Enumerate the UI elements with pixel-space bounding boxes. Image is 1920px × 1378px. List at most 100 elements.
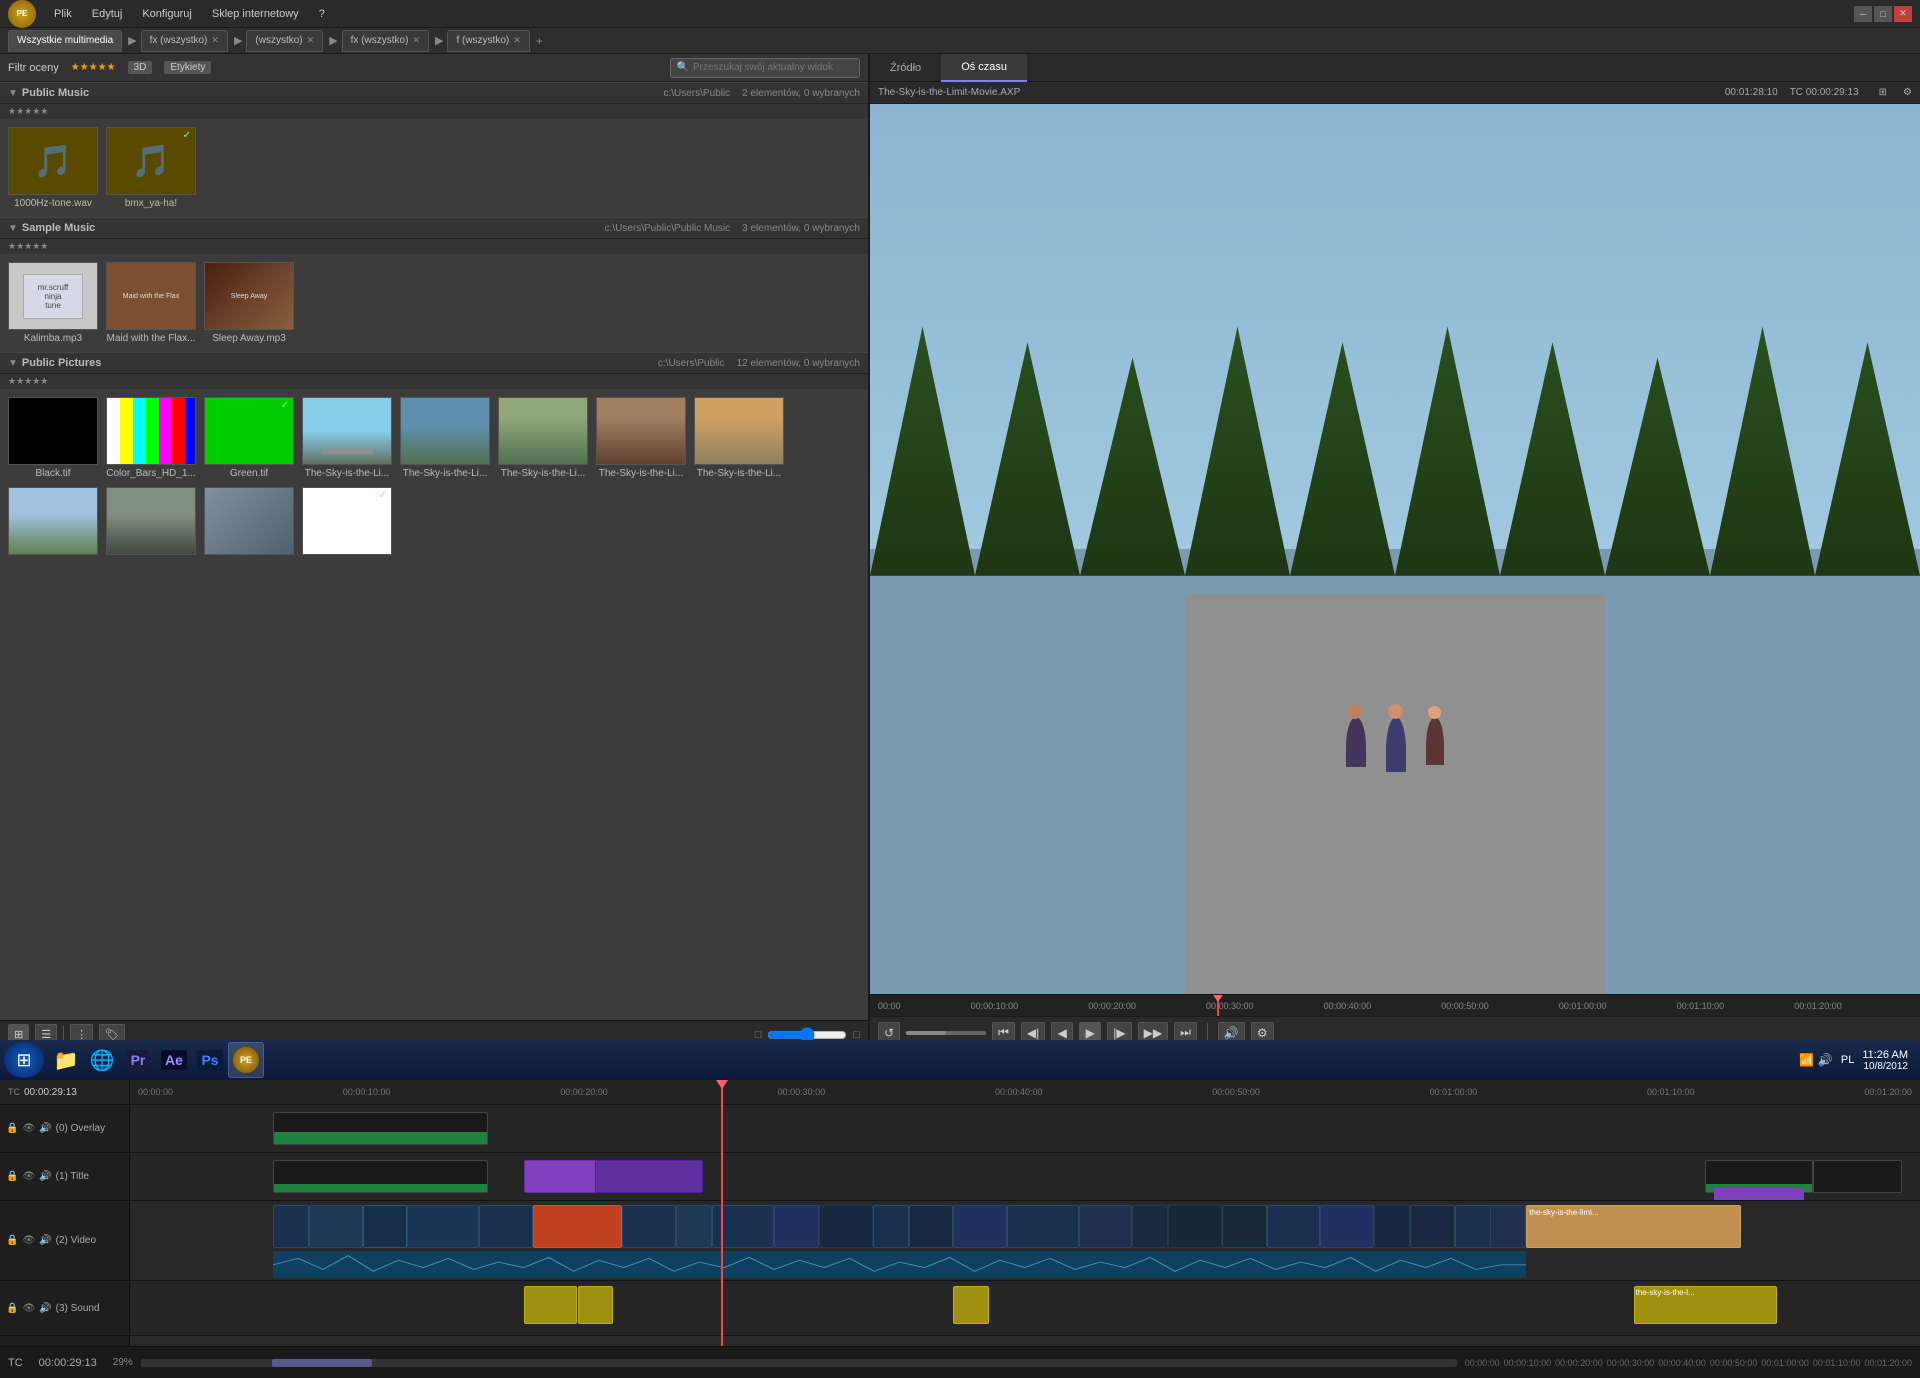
tab-timeline[interactable]: Oś czasu [941,54,1027,82]
video-clip-fire[interactable] [533,1205,623,1248]
track-vol-sound[interactable]: 🔊 [39,1303,51,1314]
tab-source[interactable]: Źródło [870,54,941,82]
list-item[interactable]: Color_Bars_HD_1... [106,397,196,479]
video-clip-6[interactable] [622,1205,676,1248]
track-eye-video[interactable]: 👁 [22,1235,35,1246]
list-item[interactable]: 🎵 1000Hz-tone.wav [8,127,98,209]
track-vol-overlay[interactable]: 🔊 [39,1123,51,1134]
video-clip-16[interactable] [1132,1205,1168,1248]
track-eye-sound[interactable]: 👁 [22,1303,35,1314]
track-eye-overlay[interactable]: 👁 [22,1123,35,1134]
taskbar-photoshop[interactable]: Ps [192,1042,228,1078]
sound-clip-last[interactable]: the-sky-is-the-l... [1634,1286,1777,1324]
filter-3d[interactable]: 3D [128,61,153,74]
nav-tab-f1[interactable]: f (wszystko) ✕ [447,30,529,52]
track-vol-title[interactable]: 🔊 [39,1171,51,1182]
video-clip-19[interactable] [1267,1205,1321,1248]
menu-shop[interactable]: Sklep internetowy [202,0,309,28]
video-clip-20[interactable] [1320,1205,1374,1248]
clip-title-1[interactable] [273,1160,488,1193]
menu-config[interactable]: Konfiguruj [132,0,202,28]
list-item[interactable]: The-Sky-is-the-Li... [400,397,490,479]
list-item[interactable] [204,487,294,558]
video-clip-17[interactable] [1168,1205,1222,1248]
video-clip-18[interactable] [1222,1205,1267,1248]
nav-tab-fx2-close[interactable]: ✕ [412,35,420,46]
video-clip-7[interactable] [676,1205,712,1248]
list-item[interactable]: 🎵 ✓ bmx_ya-ha! [106,127,196,209]
taskbar-chrome[interactable]: 🌐 [84,1042,120,1078]
close-button[interactable]: ✕ [1894,6,1912,22]
video-clip-14[interactable] [1007,1205,1079,1248]
video-clip-3[interactable] [363,1205,408,1248]
video-clip-13[interactable] [953,1205,1007,1248]
sound-clip-2[interactable] [578,1286,614,1324]
clip-title-3[interactable] [595,1160,702,1193]
track-icon-sound[interactable]: 🔒 [6,1303,18,1314]
section-header-public-pictures[interactable]: ▼ Public Pictures c:\Users\Public 12 ele… [0,352,868,374]
video-clip-last[interactable]: the-sky-is-the-limi... [1526,1205,1741,1248]
expand-icon[interactable]: ⊞ [1879,87,1887,98]
taskbar-premiere[interactable]: Pr [120,1042,156,1078]
nav-tab-f1-close[interactable]: ✕ [513,35,521,46]
list-item[interactable]: ✓ Green.tif [204,397,294,479]
add-tab-button[interactable]: + [536,34,543,48]
taskbar-premiere-elements[interactable]: PE [228,1042,264,1078]
maximize-button[interactable]: □ [1874,6,1892,22]
track-row-title[interactable] [130,1153,1920,1201]
list-item[interactable]: The-Sky-is-the-Li... [694,397,784,479]
list-item[interactable]: Sleep Away Sleep Away.mp3 [204,262,294,344]
track-row-sound[interactable]: the-sky-is-the-l... [130,1281,1920,1336]
track-icon-title[interactable]: 🔒 [6,1171,18,1182]
track-vol-video[interactable]: 🔊 [39,1235,51,1246]
section-header-sample-music[interactable]: ▼ Sample Music c:\Users\Public\Public Mu… [0,217,868,239]
nav-tab-all2-close[interactable]: ✕ [307,35,315,46]
nav-tab-fx2[interactable]: fx (wszystko) ✕ [342,30,429,52]
track-eye-title[interactable]: 👁 [22,1171,35,1182]
track-row-overlay[interactable] [130,1105,1920,1153]
nav-tab-all2[interactable]: (wszystko) ✕ [246,30,323,52]
list-item[interactable]: The-Sky-is-the-Li... [596,397,686,479]
sound-clip-3[interactable] [953,1286,989,1324]
scroll-thumb[interactable] [272,1359,372,1367]
menu-help[interactable]: ? [309,0,335,28]
sound-clip-1[interactable] [524,1286,578,1324]
nav-tab-fx1[interactable]: fx (wszystko) ✕ [141,30,228,52]
track-row-video[interactable]: the-sky-is-the-limi... [130,1201,1920,1281]
video-clip-10[interactable] [819,1205,873,1248]
video-clip-4[interactable] [407,1205,479,1248]
clip-overlay-1[interactable] [273,1112,488,1145]
video-clip-5[interactable] [479,1205,533,1248]
speaker-icon[interactable]: 🔊 [1818,1053,1833,1067]
list-item[interactable]: Black.tif [8,397,98,479]
minimize-button[interactable]: ─ [1854,6,1872,22]
timeline-scrollbar[interactable] [141,1359,1457,1367]
nav-tab-all-media[interactable]: Wszystkie multimedia [8,30,122,52]
start-button[interactable]: ⊞ [4,1042,44,1078]
settings-icon[interactable]: ⚙ [1903,87,1912,98]
list-item[interactable]: Maid with the Flax Maid with the Flax... [106,262,196,344]
taskbar-file-explorer[interactable]: 📁 [48,1042,84,1078]
menu-file[interactable]: Plik [44,0,82,28]
video-clip-12[interactable] [909,1205,954,1248]
section-header-public-music[interactable]: ▼ Public Music c:\Users\Public 2 element… [0,82,868,104]
video-clip-long[interactable] [1490,1205,1526,1248]
video-clip-15[interactable] [1079,1205,1133,1248]
video-clip-2[interactable] [309,1205,363,1248]
video-clip-11[interactable] [873,1205,909,1248]
track-icon-overlay[interactable]: 🔒 [6,1123,18,1134]
filter-etykiety[interactable]: Etykiety [164,61,211,74]
nav-tab-fx1-close[interactable]: ✕ [211,35,219,46]
list-item[interactable]: The-Sky-is-the-Li... [498,397,588,479]
list-item[interactable] [106,487,196,558]
search-input[interactable] [693,62,853,73]
video-clip-9[interactable] [774,1205,819,1248]
clip-title-5[interactable] [1813,1160,1903,1193]
list-item[interactable]: The-Sky-is-the-Li... [302,397,392,479]
progress-bar[interactable] [906,1031,986,1035]
track-icon-video[interactable]: 🔒 [6,1235,18,1246]
list-item[interactable]: ✓ [302,487,392,558]
video-clip-8[interactable] [712,1205,775,1248]
menu-edit[interactable]: Edytuj [82,0,133,28]
filter-stars[interactable]: ★★★★★ [71,62,116,73]
